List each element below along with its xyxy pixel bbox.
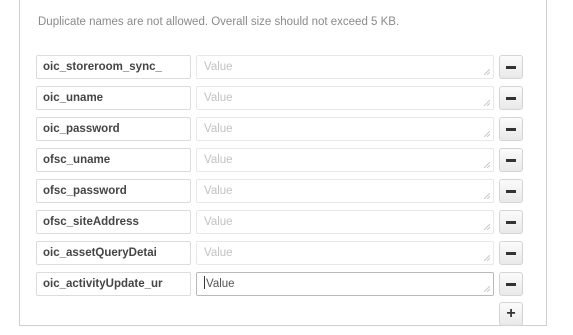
property-rows: oic_storeroom_sync_ Value oic_uname Valu…	[36, 55, 541, 303]
property-name-field[interactable]: oic_assetQueryDetai	[36, 241, 191, 265]
add-row-container: +	[499, 302, 523, 326]
value-placeholder: Value	[204, 92, 233, 104]
property-row: oic_uname Value	[36, 86, 541, 115]
property-row: ofsc_password Value	[36, 179, 541, 208]
resize-grip-icon[interactable]	[484, 162, 490, 168]
property-name-field[interactable]: oic_activityUpdate_ur	[36, 272, 191, 296]
property-value-field[interactable]: Value	[196, 86, 494, 110]
minus-icon	[506, 282, 516, 286]
property-name-field[interactable]: oic_storeroom_sync_	[36, 55, 191, 79]
property-value-field[interactable]: Value	[196, 117, 494, 141]
property-row: oic_activityUpdate_ur Value	[36, 272, 541, 301]
property-name-field[interactable]: oic_uname	[36, 86, 191, 110]
property-value-field[interactable]: Value	[196, 210, 494, 234]
resize-grip-icon[interactable]	[484, 255, 490, 261]
property-name-field[interactable]: oic_password	[36, 117, 191, 141]
resize-grip-icon[interactable]	[484, 69, 490, 75]
property-row: oic_password Value	[36, 117, 541, 146]
remove-row-button[interactable]	[499, 210, 523, 234]
minus-icon	[506, 127, 516, 131]
remove-row-button[interactable]	[499, 241, 523, 265]
property-value-field[interactable]: Value	[196, 241, 494, 265]
minus-icon	[506, 189, 516, 193]
value-placeholder: Value	[206, 278, 235, 290]
value-placeholder: Value	[204, 61, 233, 73]
property-name-field[interactable]: ofsc_uname	[36, 148, 191, 172]
property-row: ofsc_uname Value	[36, 148, 541, 177]
minus-icon	[506, 158, 516, 162]
value-placeholder: Value	[204, 216, 233, 228]
resize-grip-icon[interactable]	[484, 224, 490, 230]
remove-row-button[interactable]	[499, 55, 523, 79]
value-placeholder: Value	[204, 247, 233, 259]
remove-row-button[interactable]	[499, 117, 523, 141]
property-row: ofsc_siteAddress Value	[36, 210, 541, 239]
property-value-field[interactable]: Value	[196, 179, 494, 203]
value-placeholder: Value	[204, 154, 233, 166]
remove-row-button[interactable]	[499, 272, 523, 296]
property-value-field[interactable]: Value	[196, 55, 494, 79]
size-notice: Duplicate names are not allowed. Overall…	[38, 16, 400, 28]
text-cursor	[204, 276, 205, 290]
remove-row-button[interactable]	[499, 86, 523, 110]
resize-grip-icon[interactable]	[484, 193, 490, 199]
remove-row-button[interactable]	[499, 148, 523, 172]
property-row: oic_storeroom_sync_ Value	[36, 55, 541, 84]
property-name-field[interactable]: ofsc_password	[36, 179, 191, 203]
resize-grip-icon[interactable]	[484, 131, 490, 137]
minus-icon	[506, 220, 516, 224]
remove-row-button[interactable]	[499, 179, 523, 203]
value-placeholder: Value	[204, 185, 233, 197]
value-placeholder: Value	[204, 123, 233, 135]
properties-panel: Duplicate names are not allowed. Overall…	[19, 0, 547, 326]
property-value-field-focused[interactable]: Value	[196, 272, 494, 296]
plus-icon: +	[506, 305, 516, 322]
property-row: oic_assetQueryDetai Value	[36, 241, 541, 270]
resize-grip-icon[interactable]	[484, 100, 490, 106]
property-name-field[interactable]: ofsc_siteAddress	[36, 210, 191, 234]
property-value-field[interactable]: Value	[196, 148, 494, 172]
minus-icon	[506, 65, 516, 69]
add-row-button[interactable]: +	[499, 302, 523, 326]
minus-icon	[506, 251, 516, 255]
resize-grip-icon[interactable]	[484, 286, 490, 292]
minus-icon	[506, 96, 516, 100]
